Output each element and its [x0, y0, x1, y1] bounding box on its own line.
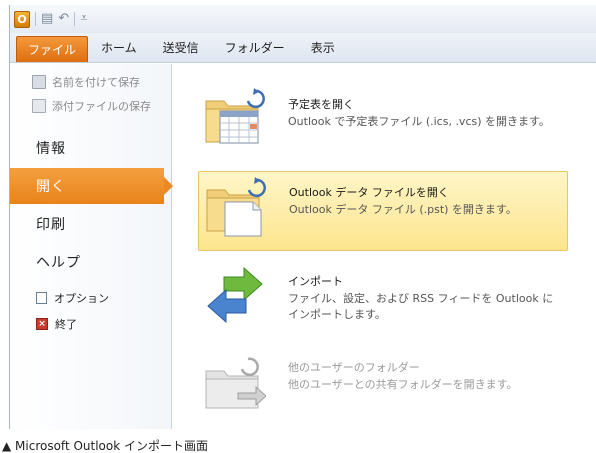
tab-home[interactable]: ホーム — [88, 33, 150, 62]
open-data-file-icon — [206, 177, 266, 237]
screenshot-caption: ▲ Microsoft Outlook インポート画面 — [2, 439, 209, 453]
ribbon-tabs: ファイル ホーム 送受信 フォルダー 表示 — [10, 33, 596, 63]
tab-file[interactable]: ファイル — [16, 36, 89, 62]
save-attachments-label: 添付ファイルの保存 — [52, 100, 151, 113]
outlook-app-icon[interactable]: O — [14, 10, 30, 28]
outlook-window: O ▤ ↶ ⩡ ファイル ホーム 送受信 フォルダー 表示 名前を付けて保存 添… — [9, 5, 596, 429]
open-calendar-title: 予定表を開く — [288, 98, 354, 111]
tab-send-receive[interactable]: 送受信 — [150, 33, 212, 62]
open-calendar-icon — [205, 88, 265, 144]
shared-folder-title: 他のユーザーのフォルダー — [288, 361, 420, 374]
open-calendar-description: Outlook で予定表ファイル (.ics, .vcs) を開きます。 — [288, 115, 550, 128]
open-data-file-title: Outlook データ ファイルを開く — [289, 186, 449, 199]
nav-print[interactable]: 印刷 — [10, 206, 172, 242]
exit-label: 終了 — [55, 318, 77, 331]
open-data-file-option[interactable]: Outlook データ ファイルを開く Outlook データ ファイル (.p… — [198, 171, 568, 251]
nav-help[interactable]: ヘルプ — [10, 244, 172, 280]
options-icon — [36, 292, 47, 304]
nav-info[interactable]: 情報 — [10, 130, 172, 166]
shared-folder-option[interactable]: 他のユーザーのフォルダー 他のユーザーとの共有フォルダーを開きます。 — [198, 349, 568, 429]
new-item-icon[interactable]: ▤ — [41, 11, 53, 27]
save-as-icon — [32, 75, 46, 89]
import-title: インポート — [288, 275, 343, 288]
toolbar-divider — [74, 12, 76, 26]
shared-folder-icon — [205, 357, 266, 409]
undo-icon[interactable]: ↶ — [58, 11, 69, 27]
tab-view[interactable]: 表示 — [298, 33, 348, 62]
save-as-command[interactable]: 名前を付けて保存 — [32, 74, 140, 90]
open-calendar-option[interactable]: 予定表を開く Outlook で予定表ファイル (.ics, .vcs) を開き… — [198, 83, 568, 163]
options-command[interactable]: オプション — [36, 290, 109, 306]
tab-folder[interactable]: フォルダー — [212, 33, 298, 62]
exit-icon: × — [36, 318, 48, 330]
save-as-label: 名前を付けて保存 — [52, 76, 140, 89]
save-attachments-icon — [32, 99, 46, 113]
shared-folder-description: 他のユーザーとの共有フォルダーを開きます。 — [288, 378, 518, 391]
nav-open[interactable]: 開く — [10, 168, 173, 204]
save-attachments-command[interactable]: 添付ファイルの保存 — [32, 98, 151, 114]
open-data-file-description: Outlook データ ファイル (.pst) を開きます。 — [289, 203, 517, 216]
customize-qat-icon[interactable]: ⩡ — [80, 11, 87, 27]
import-description: ファイル、設定、および RSS フィードを Outlook にインポートします。 — [288, 292, 554, 321]
backstage-nav: 名前を付けて保存 添付ファイルの保存 情報 開く 印刷 ヘルプ オプション × … — [10, 64, 173, 429]
exit-command[interactable]: × 終了 — [36, 316, 77, 332]
quick-access-toolbar: O ▤ ↶ ⩡ — [10, 5, 596, 33]
import-icon — [207, 266, 263, 324]
options-label: オプション — [54, 292, 109, 305]
import-option[interactable]: インポート ファイル、設定、および RSS フィードを Outlook にインポ… — [198, 261, 568, 341]
toolbar-divider — [35, 12, 36, 26]
